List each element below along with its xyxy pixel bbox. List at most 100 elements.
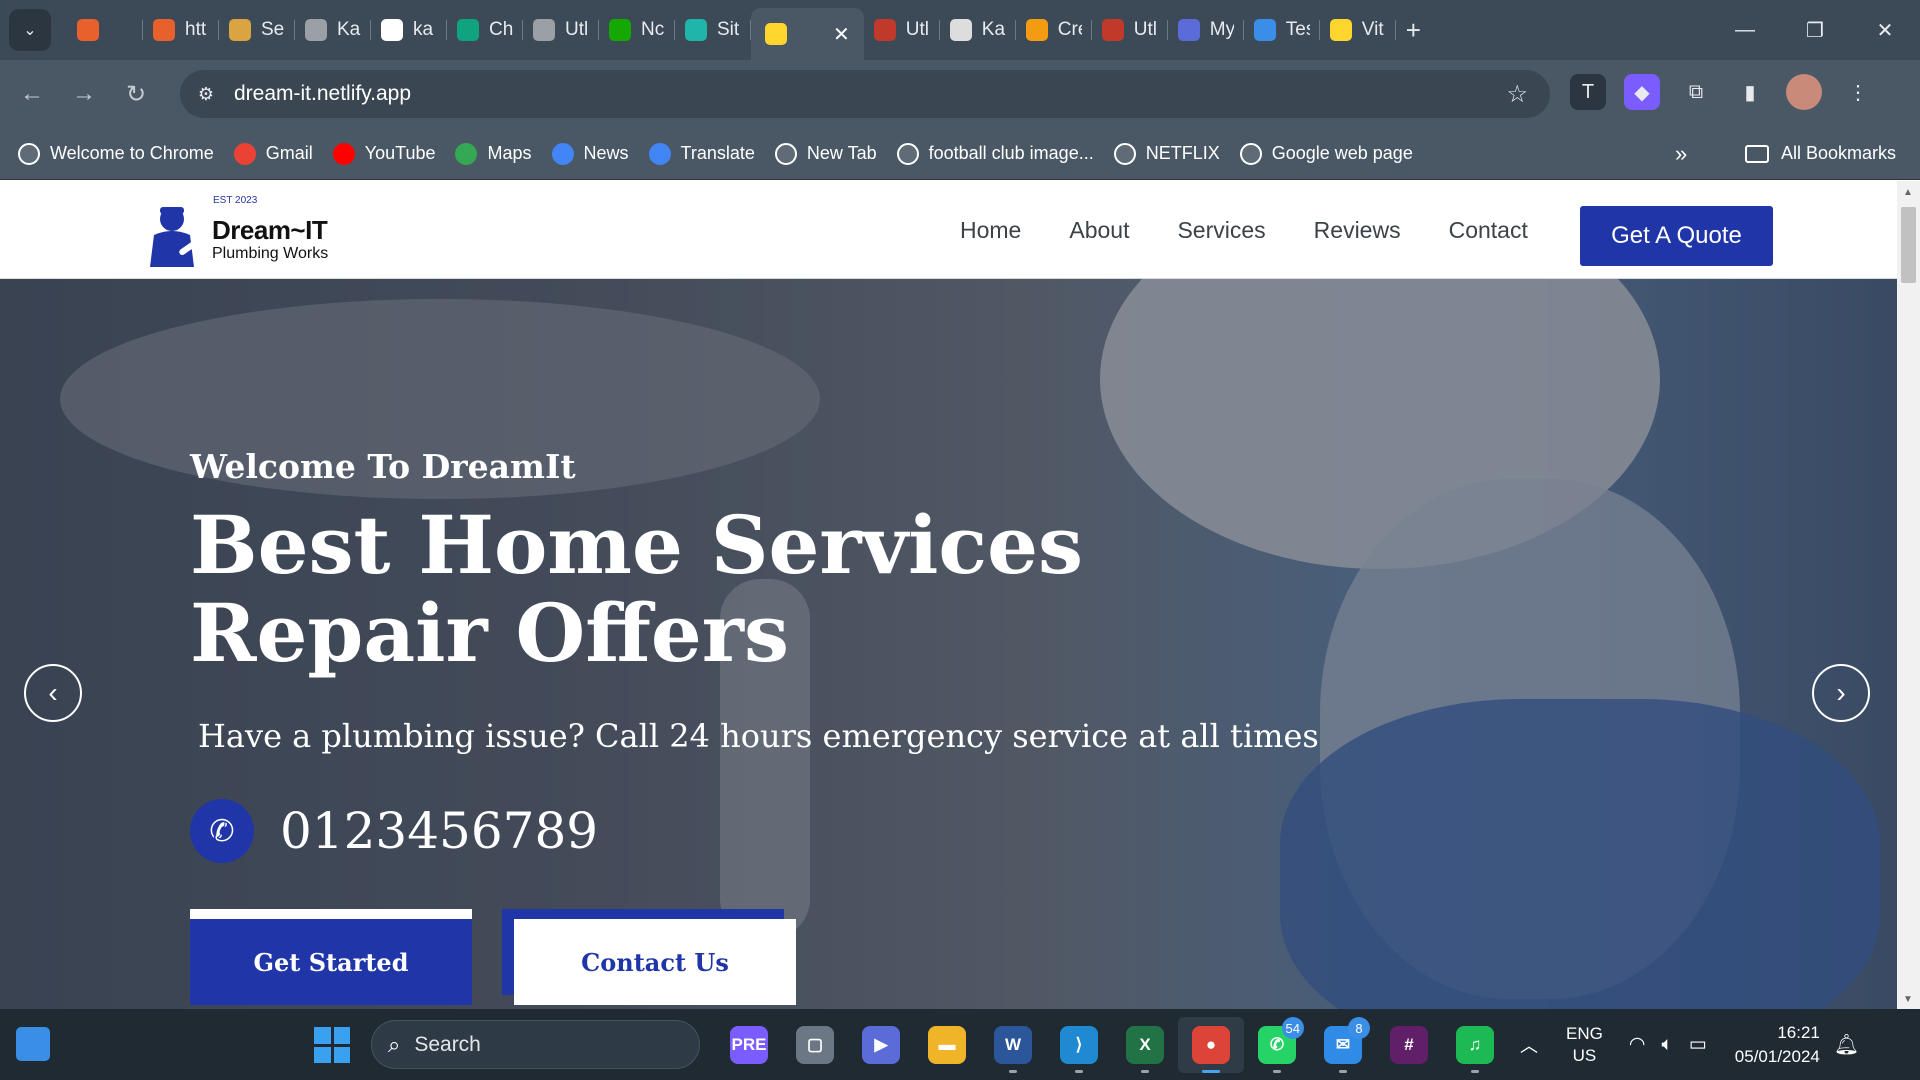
bookmark-item[interactable]: football club image...	[896, 142, 1094, 165]
nav-link-about[interactable]: About	[1069, 217, 1129, 244]
slider-prev-button[interactable]: ‹	[24, 664, 82, 722]
reload-button[interactable]: ↻	[116, 74, 156, 114]
scroll-up-icon[interactable]: ▲	[1903, 187, 1913, 198]
wifi-icon[interactable]: ◠	[1629, 1033, 1646, 1056]
phone-number[interactable]: 0123456789	[280, 802, 598, 860]
taskbar-app-word[interactable]: W	[980, 1017, 1046, 1073]
widgets-button[interactable]	[16, 1027, 50, 1061]
puzzle-icon[interactable]: ⧉	[1678, 74, 1714, 110]
taskbar-app-mail[interactable]: ✉ 8	[1310, 1017, 1376, 1073]
clock[interactable]: 16:21 05/01/2024	[1735, 1021, 1820, 1069]
start-button[interactable]	[314, 1027, 350, 1063]
forward-button[interactable]: →	[64, 74, 104, 114]
side-panel-icon[interactable]: ▮	[1732, 74, 1768, 110]
volume-icon[interactable]: 🔈︎	[1661, 1034, 1672, 1056]
browser-tab[interactable]: Ka	[295, 9, 371, 51]
logo-subtitle: Plumbing Works	[212, 245, 329, 262]
tab-favicon-icon	[1101, 19, 1124, 41]
browser-tab[interactable]: Utl	[523, 9, 599, 51]
browser-tab[interactable]: Vit	[1320, 9, 1396, 51]
logo-est: EST 2023	[213, 195, 258, 206]
profile-avatar[interactable]	[1786, 74, 1822, 110]
close-tab-icon[interactable]: ✕	[833, 22, 850, 47]
browser-tab[interactable]: ka	[371, 9, 447, 51]
tab-search-button[interactable]: ⌄	[9, 9, 51, 51]
bookmark-star-icon[interactable]: ☆	[1506, 80, 1528, 109]
minimize-button[interactable]: —	[1710, 0, 1780, 60]
browser-tab[interactable]	[67, 9, 143, 51]
new-tab-button[interactable]: +	[1406, 15, 1421, 46]
vscode-icon: ⟩	[1060, 1026, 1098, 1064]
nav-link-home[interactable]: Home	[960, 217, 1021, 244]
browser-tab[interactable]: Utl	[1092, 9, 1168, 51]
get-started-button[interactable]: Get Started	[190, 919, 472, 1005]
url-text[interactable]: dream-it.netlify.app	[234, 82, 411, 106]
bookmark-item[interactable]: Maps	[455, 142, 532, 165]
bookmark-item[interactable]: YouTube	[332, 142, 435, 165]
chevron-down-icon: ⌄	[23, 22, 37, 39]
browser-tab[interactable]: Utl	[864, 9, 940, 51]
taskbar-app-whatsapp[interactable]: ✆ 54	[1244, 1017, 1310, 1073]
hero-phone[interactable]: ✆ 0123456789	[190, 799, 598, 863]
page-scrollbar[interactable]: ▲ ▼	[1897, 181, 1920, 1009]
browser-tab[interactable]: Se	[219, 9, 295, 51]
youtube-icon	[332, 142, 355, 165]
folder-icon	[1745, 144, 1769, 163]
tab-favicon-icon	[1253, 19, 1276, 41]
browser-tab[interactable]: My	[1168, 9, 1244, 51]
contact-us-button[interactable]: Contact Us	[514, 919, 796, 1005]
taskbar-app-slack[interactable]: #	[1376, 1017, 1442, 1073]
taskbar-search[interactable]: ⌕ Search	[371, 1020, 700, 1069]
close-window-button[interactable]: ✕	[1850, 0, 1920, 60]
chevron-up-icon[interactable]: ︿	[1520, 1032, 1538, 1058]
scrollbar-thumb[interactable]	[1901, 207, 1916, 283]
browser-tab[interactable]: Sit	[675, 9, 751, 51]
browser-tab[interactable]: htt	[143, 9, 219, 51]
extension-gradient-icon[interactable]: ◆	[1624, 74, 1660, 110]
browser-tab[interactable]: ✕	[751, 8, 864, 60]
site-info-icon[interactable]: ⚙	[188, 76, 224, 112]
notification-bell-icon[interactable]: 🔔︎	[1834, 1032, 1859, 1057]
browser-tab[interactable]: Tes	[1244, 9, 1320, 51]
kebab-menu-icon[interactable]: ⋮	[1840, 74, 1876, 110]
bookmark-item[interactable]: New Tab	[774, 142, 877, 165]
bookmark-item[interactable]: NETFLIX	[1113, 142, 1220, 165]
taskbar-app-spotify[interactable]: ♫	[1442, 1017, 1508, 1073]
browser-tab[interactable]: Nc	[599, 9, 675, 51]
bookmarks-overflow-button[interactable]: »	[1675, 141, 1687, 167]
nav-link-contact[interactable]: Contact	[1449, 217, 1528, 244]
taskbar-search-placeholder: Search	[414, 1032, 481, 1056]
taskbar-app-excel[interactable]: X	[1112, 1017, 1178, 1073]
taskbar-app-copilot[interactable]: PRE	[716, 1017, 782, 1073]
bookmark-item[interactable]: Gmail	[233, 142, 313, 165]
get-quote-button[interactable]: Get A Quote	[1580, 206, 1773, 266]
browser-tab[interactable]: Ka	[940, 9, 1016, 51]
taskbar-app-file-explorer[interactable]: ▬	[914, 1017, 980, 1073]
slider-next-button[interactable]: ›	[1812, 664, 1870, 722]
all-bookmarks-button[interactable]: All Bookmarks	[1745, 143, 1896, 164]
taskbar-app-task-view[interactable]: ▢	[782, 1017, 848, 1073]
bookmark-item[interactable]: News	[551, 142, 629, 165]
copilot-icon: PRE	[730, 1026, 768, 1064]
restore-button[interactable]: ❐	[1780, 0, 1850, 60]
site-logo[interactable]: EST 2023 Dream~IT Plumbing Works	[140, 195, 350, 269]
tab-title: Ch	[489, 19, 513, 40]
scroll-down-icon[interactable]: ▼	[1903, 994, 1913, 1005]
bookmark-label: Translate	[680, 143, 755, 163]
taskbar-app-chrome[interactable]: ●	[1178, 1017, 1244, 1073]
back-button[interactable]: ←	[12, 74, 52, 114]
browser-tab[interactable]: Ch	[447, 9, 523, 51]
language-indicator[interactable]: ENG US	[1566, 1023, 1603, 1067]
taskbar-app-vscode[interactable]: ⟩	[1046, 1017, 1112, 1073]
site-header: EST 2023 Dream~IT Plumbing Works Home Abo…	[0, 181, 1897, 279]
bookmark-item[interactable]: Translate	[648, 142, 755, 165]
bookmark-item[interactable]: Welcome to Chrome	[18, 142, 214, 165]
battery-icon[interactable]: ▭	[1689, 1033, 1707, 1056]
taskbar-app-teams-chat[interactable]: ▶	[848, 1017, 914, 1073]
bookmark-item[interactable]: Google web page	[1239, 142, 1413, 165]
nav-link-services[interactable]: Services	[1177, 217, 1265, 244]
extension-t-icon[interactable]: T	[1570, 74, 1606, 110]
address-bar[interactable]: ⚙ dream-it.netlify.app ☆	[180, 70, 1550, 118]
browser-tab[interactable]: Cre	[1016, 9, 1092, 51]
nav-link-reviews[interactable]: Reviews	[1314, 217, 1401, 244]
